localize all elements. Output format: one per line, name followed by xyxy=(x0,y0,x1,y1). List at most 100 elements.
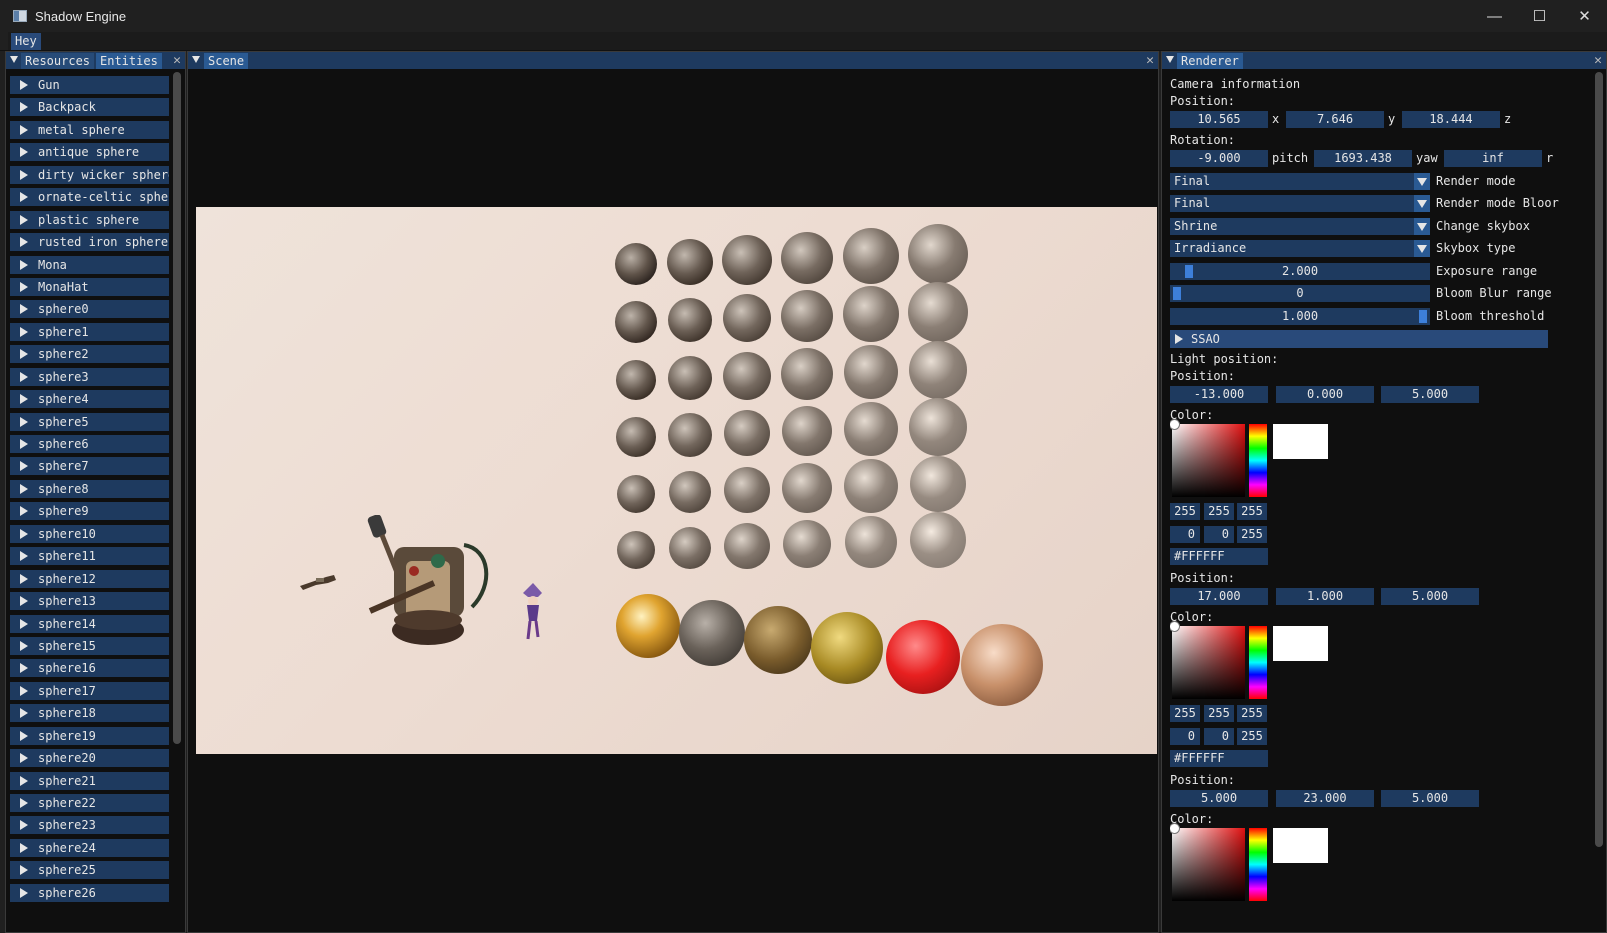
camera-x-field[interactable]: 10.565 xyxy=(1170,111,1268,128)
hue-bar[interactable] xyxy=(1249,626,1267,699)
pbr-sphere[interactable] xyxy=(617,531,655,569)
pbr-sphere[interactable] xyxy=(616,417,656,457)
light-y-field[interactable]: 23.000 xyxy=(1276,790,1374,807)
ssao-header[interactable]: SSAO xyxy=(1170,330,1548,348)
chevron-right-icon[interactable] xyxy=(20,147,28,158)
scrollbar[interactable] xyxy=(1595,72,1603,847)
chevron-right-icon[interactable] xyxy=(20,887,28,898)
celtic-sphere[interactable] xyxy=(811,612,883,684)
chevron-down-icon[interactable] xyxy=(1414,218,1430,235)
tree-item[interactable]: sphere3 xyxy=(10,367,169,386)
light-z-field[interactable]: 5.000 xyxy=(1381,790,1479,807)
chevron-right-icon[interactable] xyxy=(20,102,28,113)
pbr-sphere[interactable] xyxy=(782,406,832,456)
tree-item[interactable]: sphere15 xyxy=(10,636,169,655)
pbr-sphere[interactable] xyxy=(845,516,897,568)
light-x-field[interactable]: -13.000 xyxy=(1170,386,1268,403)
backpack-model[interactable] xyxy=(364,515,494,655)
chevron-right-icon[interactable] xyxy=(20,842,28,853)
tree-item[interactable]: sphere19 xyxy=(10,726,169,745)
pbr-sphere[interactable] xyxy=(908,282,968,342)
tree-item[interactable]: sphere2 xyxy=(10,345,169,364)
chevron-right-icon[interactable] xyxy=(20,281,28,292)
pbr-sphere[interactable] xyxy=(617,475,655,513)
pbr-sphere[interactable] xyxy=(781,290,833,342)
picker-knob[interactable] xyxy=(1170,419,1180,430)
yaw-field[interactable]: 1693.438 xyxy=(1314,150,1412,167)
pbr-sphere[interactable] xyxy=(910,512,966,568)
color-preview[interactable] xyxy=(1273,424,1328,459)
chevron-right-icon[interactable] xyxy=(20,237,28,248)
collapse-icon[interactable] xyxy=(10,56,18,63)
gun-model[interactable] xyxy=(298,569,338,591)
chevron-right-icon[interactable] xyxy=(20,775,28,786)
tree-item[interactable]: sphere1 xyxy=(10,322,169,341)
tree-item[interactable]: sphere12 xyxy=(10,569,169,588)
tree-item[interactable]: sphere9 xyxy=(10,502,169,521)
hue-bar[interactable] xyxy=(1249,424,1267,497)
pbr-sphere[interactable] xyxy=(724,467,770,513)
chevron-right-icon[interactable] xyxy=(20,461,28,472)
chevron-right-icon[interactable] xyxy=(20,214,28,225)
metal-sphere[interactable] xyxy=(616,594,680,658)
chevron-right-icon[interactable] xyxy=(20,865,28,876)
hue-bar[interactable] xyxy=(1249,828,1267,901)
picker-knob[interactable] xyxy=(1170,621,1180,632)
tab-entities[interactable]: Entities xyxy=(96,53,162,69)
pbr-sphere[interactable] xyxy=(723,352,771,400)
chevron-right-icon[interactable] xyxy=(20,483,28,494)
red-field[interactable]: 255 xyxy=(1170,503,1200,520)
scrollbar[interactable] xyxy=(173,72,181,744)
tree-item[interactable]: sphere4 xyxy=(10,390,169,409)
rusted-iron-sphere[interactable] xyxy=(961,624,1043,706)
chevron-down-icon[interactable] xyxy=(1414,173,1430,190)
chevron-right-icon[interactable] xyxy=(20,753,28,764)
tree-item[interactable]: sphere13 xyxy=(10,592,169,611)
close-icon[interactable]: ✕ xyxy=(173,52,181,69)
tree-item[interactable]: sphere6 xyxy=(10,435,169,453)
render-mode-bloom-combo[interactable]: Final xyxy=(1170,195,1430,212)
antique-sphere[interactable] xyxy=(679,600,745,666)
tree-item[interactable]: sphere26 xyxy=(10,883,169,902)
tree-item[interactable]: MonaHat xyxy=(10,277,169,296)
pbr-sphere[interactable] xyxy=(843,286,899,342)
tree-item[interactable]: sphere7 xyxy=(10,457,169,476)
roll-field[interactable]: inf xyxy=(1444,150,1542,167)
tree-item[interactable]: sphere24 xyxy=(10,838,169,857)
chevron-right-icon[interactable] xyxy=(20,663,28,674)
light-x-field[interactable]: 17.000 xyxy=(1170,588,1268,605)
pbr-sphere[interactable] xyxy=(668,356,712,400)
green-field[interactable]: 255 xyxy=(1204,503,1234,520)
chevron-right-icon[interactable] xyxy=(20,416,28,427)
tree-item[interactable]: sphere17 xyxy=(10,681,169,700)
pbr-sphere[interactable] xyxy=(724,410,770,456)
blue-field[interactable]: 255 xyxy=(1237,503,1267,520)
pbr-sphere[interactable] xyxy=(616,360,656,400)
light-y-field[interactable]: 0.000 xyxy=(1276,386,1374,403)
skybox-type-combo[interactable]: Irradiance xyxy=(1170,240,1430,257)
tree-item[interactable]: sphere14 xyxy=(10,614,169,633)
pbr-sphere[interactable] xyxy=(782,463,832,513)
wicker-sphere[interactable] xyxy=(744,606,812,674)
chevron-right-icon[interactable] xyxy=(20,640,28,651)
tree-item[interactable]: sphere21 xyxy=(10,771,169,790)
color-preview[interactable] xyxy=(1273,626,1328,661)
collapse-icon[interactable] xyxy=(192,56,200,63)
color-saturation-value[interactable] xyxy=(1170,823,1245,901)
tree-item[interactable]: sphere22 xyxy=(10,794,169,812)
chevron-right-icon[interactable] xyxy=(20,528,28,539)
chevron-down-icon[interactable] xyxy=(1414,195,1430,212)
saturation-field[interactable]: 0 xyxy=(1204,526,1234,543)
pbr-sphere[interactable] xyxy=(909,398,967,456)
tab-scene[interactable]: Scene xyxy=(204,53,249,69)
close-icon[interactable]: ✕ xyxy=(1146,52,1154,69)
mona-model[interactable] xyxy=(518,583,548,643)
hue-field[interactable]: 0 xyxy=(1170,728,1200,745)
tree-item[interactable]: antique sphere xyxy=(10,143,169,162)
pbr-sphere[interactable] xyxy=(724,523,770,569)
tree-item[interactable]: metal sphere xyxy=(10,120,169,139)
chevron-right-icon[interactable] xyxy=(20,192,28,203)
chevron-right-icon[interactable] xyxy=(20,439,28,449)
pbr-sphere[interactable] xyxy=(843,228,899,284)
color-saturation-value[interactable] xyxy=(1170,621,1245,699)
